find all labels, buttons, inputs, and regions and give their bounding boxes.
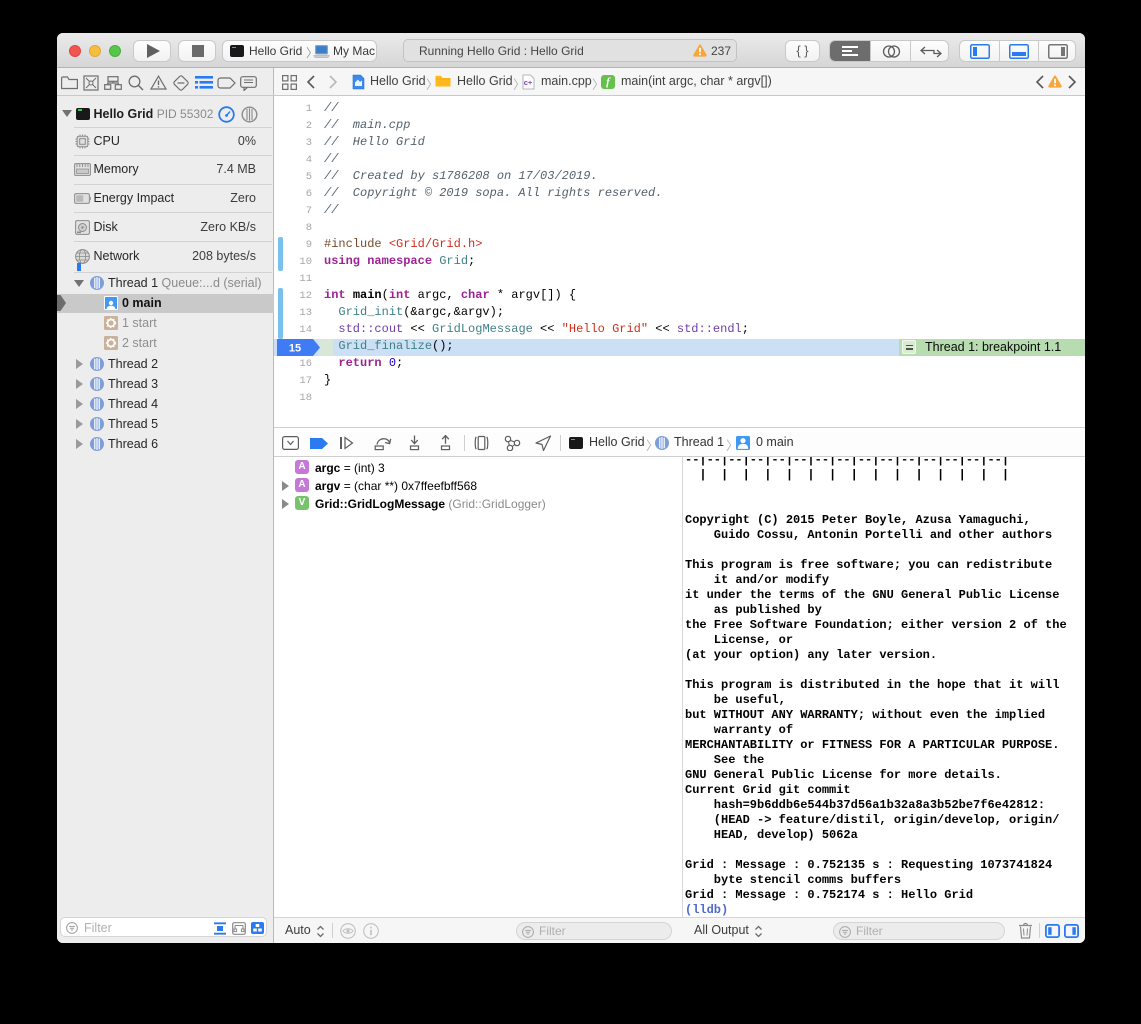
svg-text:c+: c+: [524, 78, 533, 87]
